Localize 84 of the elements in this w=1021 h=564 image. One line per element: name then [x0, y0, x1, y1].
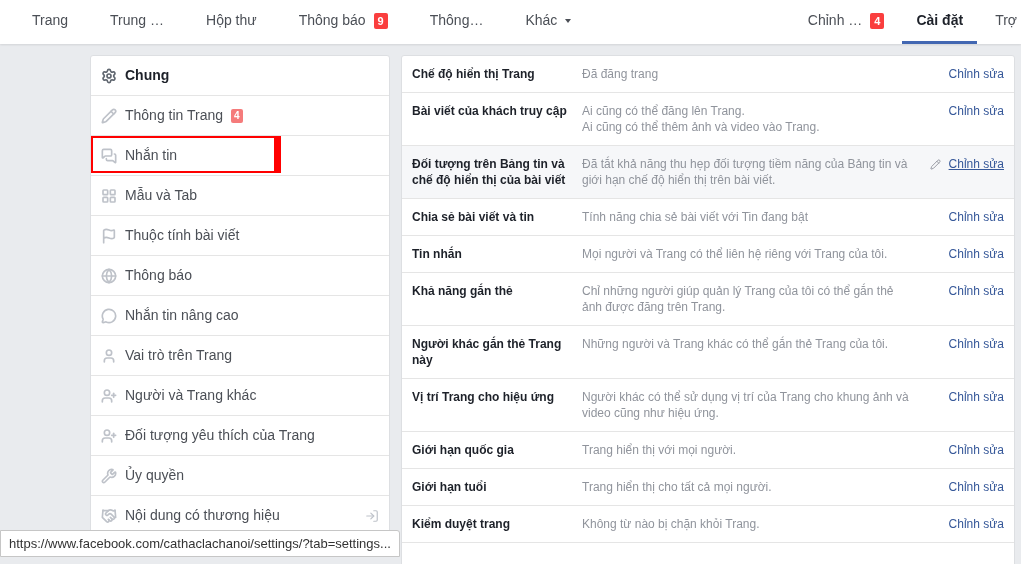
wrench-icon	[101, 467, 117, 484]
sidebar-label: Thông báo	[125, 266, 192, 285]
flag-icon	[101, 227, 117, 244]
sidebar-label: Thuộc tính bài viết	[125, 226, 240, 245]
sidebar-label: Chung	[125, 66, 170, 85]
setting-description: Những người và Trang khác có thể gắn thẻ Trang của tôi.	[582, 336, 890, 352]
setting-title: Bài viết của khách truy cập	[412, 103, 568, 120]
sidebar-item[interactable]: Thông báo	[91, 256, 389, 296]
grid-icon	[101, 187, 117, 204]
sidebar-item[interactable]: Ủy quyền	[91, 456, 389, 496]
edit-link[interactable]: Chỉnh sửa	[948, 209, 1004, 225]
sidebar-label: Nhắn tin	[125, 146, 178, 165]
chat-bubbles-icon	[101, 147, 117, 164]
setting-title: Tin nhắn	[412, 246, 463, 262]
setting-title: Người khác gắn thẻ Trang này	[412, 336, 563, 368]
setting-description: Trang hiển thị cho tất cả mọi người.	[582, 479, 773, 495]
setting-description: Đã tắt khả năng thu hẹp đối tượng tiềm năng của Bảng tin và giới hạn chế độ hiển thị trên bài viết.	[582, 156, 909, 188]
sidebar-item[interactable]: Thuộc tính bài viết	[91, 216, 389, 256]
pencil-icon	[929, 159, 941, 170]
edit-link[interactable]: Chỉnh sửa	[948, 156, 1004, 172]
nav-tab[interactable]: Chỉnh … 4	[793, 0, 899, 44]
edit-link[interactable]: Chỉnh sửa	[948, 246, 1004, 262]
setting-title: Đối tượng trên Bảng tin và chế độ hiển thị của bài viết	[412, 156, 567, 188]
pencil-icon	[101, 107, 117, 124]
setting-title: Kiểm duyệt trang	[412, 516, 511, 532]
sidebar-label: Nội dung có thương hiệu	[125, 506, 280, 525]
nav-tab[interactable]: Trang	[18, 0, 83, 44]
globe-icon	[101, 267, 117, 284]
link-url-tooltip: https://www.facebook.com/cathaclachanoi/settings/?tab=settings...	[0, 529, 400, 557]
edit-link[interactable]: Chỉnh sửa	[948, 336, 1004, 352]
edit-link[interactable]: Chỉnh sửa	[948, 516, 1004, 532]
setting-description: Đã đăng trang	[582, 66, 660, 82]
nav-tab[interactable]: Trung …	[96, 0, 178, 44]
setting-title: Khả năng gắn thẻ	[412, 283, 514, 300]
edit-link[interactable]: Chỉnh sửa	[948, 66, 1004, 82]
person-plus-icon	[101, 427, 117, 444]
sidebar-label: Người và Trang khác	[125, 386, 257, 405]
count-badge: 4	[231, 108, 243, 123]
count-badge: 4	[870, 12, 885, 29]
setting-title: Chia sẻ bài viết và tin	[412, 209, 536, 225]
sidebar-label: Nhắn tin nâng cao	[125, 306, 239, 325]
sidebar-label: Thông tin Trang	[125, 106, 224, 125]
nav-tab[interactable]: Cài đặt	[902, 0, 978, 44]
nav-tab[interactable]: Khác	[511, 0, 586, 44]
person-icon	[101, 347, 117, 364]
sidebar-label: Mẫu và Tab	[125, 186, 198, 205]
sidebar-label: Ủy quyền	[125, 465, 185, 485]
sidebar-item[interactable]: Đối tượng yêu thích của Trang	[91, 416, 389, 456]
speech-bubble-icon	[101, 307, 117, 324]
edit-link[interactable]: Chỉnh sửa	[948, 479, 1004, 495]
sidebar-item[interactable]: Nhắn tin nâng cao	[91, 296, 389, 336]
edit-link[interactable]: Chỉnh sửa	[948, 389, 1004, 405]
setting-description: Ai cũng có thể thêm ảnh và video vào Trang.	[582, 119, 821, 135]
sidebar-item[interactable]: Chung	[91, 56, 389, 96]
setting-title: Giới hạn quốc gia	[412, 442, 515, 458]
sidebar-item[interactable]: Thông tin Trang 4	[91, 96, 389, 136]
count-badge: 9	[373, 12, 388, 29]
setting-title: Giới hạn tuổi	[412, 479, 488, 495]
setting-description: Tính năng chia sẻ bài viết với Tin đang bật	[582, 209, 809, 225]
nav-tab[interactable]: Hộp thư	[192, 0, 271, 44]
edit-link[interactable]: Chỉnh sửa	[948, 103, 1004, 119]
setting-description: Ai cũng có thể đăng lên Trang.	[582, 103, 746, 119]
setting-description: Mọi người và Trang có thể liên hệ riêng với Trang của tôi.	[582, 246, 889, 262]
handshake-icon	[101, 507, 117, 524]
enter-icon	[365, 508, 379, 523]
setting-title: Vị trí Trang cho hiệu ứng	[412, 389, 556, 406]
nav-tab[interactable]: Trợ	[981, 0, 1021, 44]
nav-tab[interactable]: Thông…	[415, 0, 498, 44]
sidebar-label: Vai trò trên Trang	[125, 346, 233, 365]
setting-title: Chế độ hiển thị Trang	[412, 66, 536, 82]
setting-description: Chỉ những người giúp quản lý Trang của tôi có thể gắn thẻ ảnh được đăng trên Trang.	[582, 283, 895, 315]
sidebar-item[interactable]: Vai trò trên Trang	[91, 336, 389, 376]
sidebar-item[interactable]: Người và Trang khác	[91, 376, 389, 416]
nav-tab[interactable]: Thông báo 9	[284, 0, 402, 44]
setting-description: Trang hiển thị với mọi người.	[582, 442, 738, 458]
setting-description: Người khác có thể sử dụng vị trí của Trang cho khung ảnh và video cũng như hiệu ứng.	[582, 389, 910, 421]
sidebar-item[interactable]: Mẫu và Tab	[91, 176, 389, 216]
edit-link[interactable]: Chỉnh sửa	[948, 442, 1004, 458]
sidebar-item[interactable]: Nhắn tin	[91, 136, 389, 176]
sidebar-label: Đối tượng yêu thích của Trang	[125, 426, 315, 445]
setting-description: Không từ nào bị chặn khỏi Trang.	[582, 516, 761, 532]
person-plus-icon	[101, 387, 117, 404]
edit-link[interactable]: Chỉnh sửa	[948, 283, 1004, 299]
gear-icon	[101, 67, 117, 84]
